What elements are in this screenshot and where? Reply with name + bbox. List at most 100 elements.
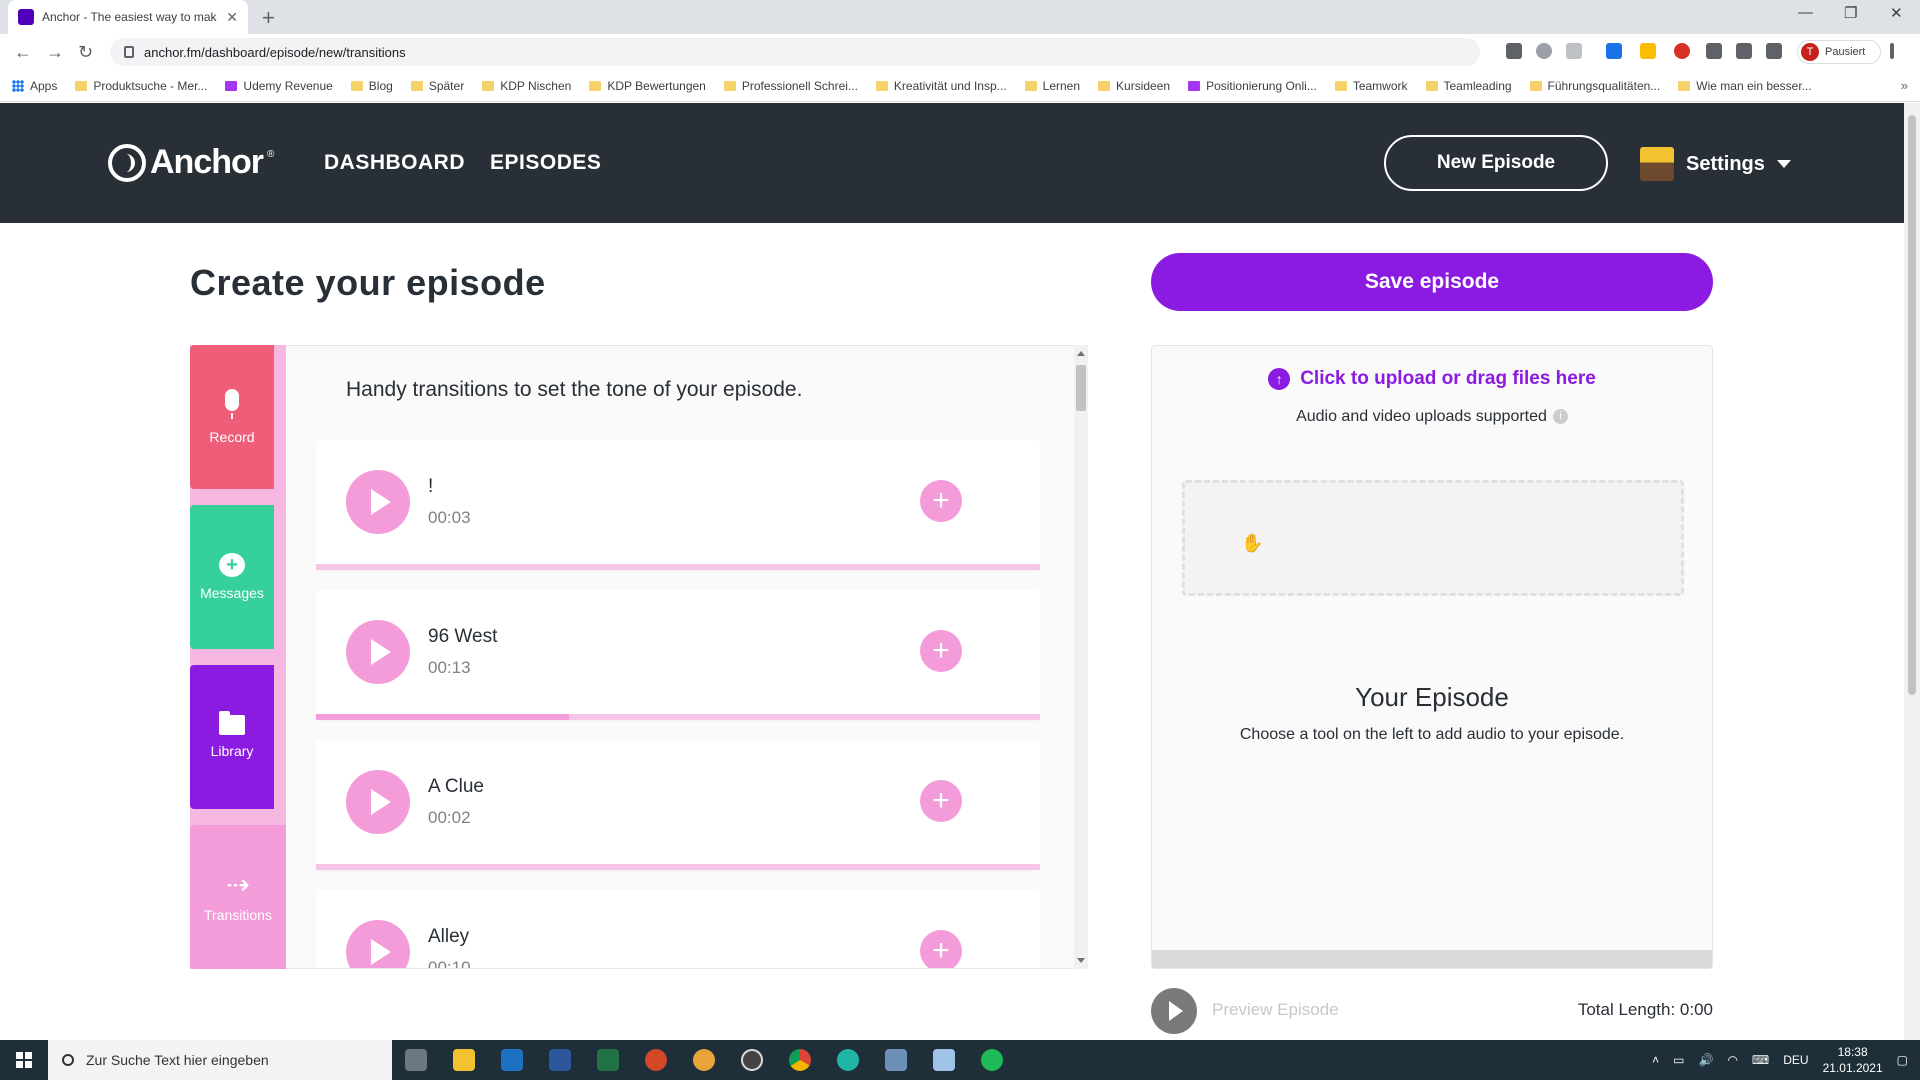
bookmark-item[interactable]: Kreativität und Insp... xyxy=(875,79,1007,93)
tray-chevron-icon[interactable]: ˄ xyxy=(1652,1053,1659,1067)
mail-icon[interactable] xyxy=(488,1040,536,1080)
chrome-icon[interactable] xyxy=(776,1040,824,1080)
bookmark-label: Führungsqualitäten... xyxy=(1547,78,1661,93)
powerpoint-icon[interactable] xyxy=(632,1040,680,1080)
app-window-icon[interactable] xyxy=(872,1040,920,1080)
folder-icon xyxy=(723,80,736,91)
reading-list-icon[interactable] xyxy=(1766,43,1782,59)
add-transition-button[interactable]: + xyxy=(920,480,962,522)
scroll-down-icon[interactable] xyxy=(1077,958,1085,963)
transition-item: A Clue 00:02 + xyxy=(316,740,1040,870)
bookmark-item[interactable]: Später xyxy=(410,79,464,93)
wifi-icon[interactable]: ◠ xyxy=(1727,1053,1737,1067)
new-episode-button[interactable]: New Episode xyxy=(1384,135,1608,191)
transition-progress-bar xyxy=(316,714,1040,720)
back-icon[interactable]: ← xyxy=(14,42,32,63)
bookmark-item[interactable]: Kursideen xyxy=(1098,79,1170,93)
upload-link[interactable]: Click to upload or drag files here xyxy=(1300,368,1596,390)
bookmark-item[interactable]: KDP Nischen xyxy=(482,79,571,93)
bookmark-item[interactable]: Udemy Revenue xyxy=(225,79,333,93)
upload-dropzone[interactable]: ✋ xyxy=(1182,480,1684,596)
tool-record[interactable]: Record xyxy=(190,345,274,489)
bookmark-item[interactable]: Professionell Schrei... xyxy=(723,79,858,93)
scroll-thumb[interactable] xyxy=(1076,365,1086,411)
bookmark-item[interactable]: Positionierung Onli... xyxy=(1188,79,1317,93)
settings-menu[interactable]: Settings xyxy=(1640,147,1791,181)
scroll-up-icon[interactable] xyxy=(1077,351,1085,356)
tool-label: Library xyxy=(210,743,254,759)
volume-icon[interactable]: 🔊 xyxy=(1698,1053,1713,1067)
play-button[interactable] xyxy=(346,620,410,684)
bookmark-item[interactable]: Wie man ein besser... xyxy=(1678,79,1812,93)
taskbar-clock[interactable]: 18:38 21.01.2021 xyxy=(1823,1044,1883,1076)
zoom-icon[interactable] xyxy=(1536,43,1552,59)
forward-icon[interactable]: → xyxy=(46,42,64,63)
star-icon[interactable] xyxy=(1566,43,1582,59)
page-scroll-thumb[interactable] xyxy=(1908,115,1916,695)
taskbar-search[interactable]: Zur Suche Text hier eingeben xyxy=(48,1040,392,1080)
keyboard-icon[interactable]: ⌨ xyxy=(1752,1053,1769,1067)
add-transition-button[interactable]: + xyxy=(920,780,962,822)
extension-badge-icon[interactable] xyxy=(1674,43,1690,59)
info-icon[interactable]: i xyxy=(1552,409,1568,425)
language-indicator[interactable]: DEU xyxy=(1783,1053,1808,1067)
address-bar[interactable]: anchor.fm/dashboard/episode/new/transiti… xyxy=(110,38,1480,66)
bookmark-item[interactable]: Führungsqualitäten... xyxy=(1529,78,1661,93)
user-avatar xyxy=(1640,147,1674,181)
notepad-icon[interactable] xyxy=(920,1040,968,1080)
task-view-icon[interactable] xyxy=(392,1040,440,1080)
bookmark-item[interactable]: Lernen xyxy=(1024,79,1080,93)
reload-icon[interactable]: ↻ xyxy=(78,42,93,63)
nav-dashboard[interactable]: DASHBOARD xyxy=(324,151,465,175)
bookmark-item[interactable]: Teamleading xyxy=(1425,79,1512,93)
upload-link-row[interactable]: ↑ Click to upload or drag files here xyxy=(1152,368,1712,390)
add-transition-button[interactable]: + xyxy=(920,630,962,672)
new-tab-icon[interactable]: + xyxy=(262,5,275,31)
save-episode-button[interactable]: Save episode xyxy=(1151,253,1713,311)
close-window-icon[interactable]: ✕ xyxy=(1890,4,1903,22)
page-scrollbar[interactable] xyxy=(1904,103,1920,1040)
minimize-icon[interactable]: — xyxy=(1798,4,1813,21)
word-icon[interactable] xyxy=(536,1040,584,1080)
bookmark-label: Teamwork xyxy=(1352,78,1408,93)
extension-icon[interactable] xyxy=(1640,43,1656,59)
windows-start-icon[interactable] xyxy=(0,1040,48,1080)
puzzle-icon[interactable] xyxy=(1736,43,1752,59)
extension-iq-icon[interactable] xyxy=(1606,43,1622,59)
browser-tab[interactable]: Anchor - The easiest way to mak ✕ xyxy=(8,0,248,34)
spotify-icon[interactable] xyxy=(968,1040,1016,1080)
tool-messages[interactable]: + Messages xyxy=(190,505,274,649)
add-transition-button[interactable]: + xyxy=(920,930,962,968)
excel-icon[interactable] xyxy=(584,1040,632,1080)
browser-tabstrip: Anchor - The easiest way to mak ✕ + — ❐ … xyxy=(0,0,1920,34)
bookmark-item[interactable]: Blog xyxy=(350,79,393,93)
kebab-menu-icon[interactable] xyxy=(1890,43,1894,59)
notifications-icon[interactable]: ▢ xyxy=(1897,1053,1908,1067)
extension-grid-icon[interactable] xyxy=(1706,43,1722,59)
edge-icon[interactable] xyxy=(824,1040,872,1080)
preview-play-button[interactable] xyxy=(1151,988,1197,1034)
transitions-scrollbar[interactable] xyxy=(1074,345,1088,969)
app-icon[interactable] xyxy=(680,1040,728,1080)
profile-button[interactable]: T Pausiert xyxy=(1797,40,1881,64)
restore-icon[interactable]: ❐ xyxy=(1844,4,1857,22)
play-button[interactable] xyxy=(346,770,410,834)
play-button[interactable] xyxy=(346,470,410,534)
bookmark-item[interactable]: Produktsuche - Mer... xyxy=(75,79,207,93)
anchor-logo[interactable]: Anchor ® xyxy=(108,143,274,182)
bookmark-item[interactable]: Apps xyxy=(12,79,57,93)
bookmarks-overflow-icon[interactable]: » xyxy=(1901,78,1908,93)
transition-name: ! xyxy=(428,476,434,497)
bookmark-item[interactable]: KDP Bewertungen xyxy=(589,79,706,93)
file-explorer-icon[interactable] xyxy=(440,1040,488,1080)
obs-icon[interactable] xyxy=(728,1040,776,1080)
network-icon[interactable]: ▭ xyxy=(1673,1053,1684,1067)
nav-episodes[interactable]: EPISODES xyxy=(490,151,601,175)
bookmark-item[interactable]: Teamwork xyxy=(1334,78,1408,93)
translate-icon[interactable] xyxy=(1506,43,1522,59)
tool-library[interactable]: Library xyxy=(190,665,274,809)
play-button[interactable] xyxy=(346,920,410,968)
close-tab-icon[interactable]: ✕ xyxy=(226,9,238,26)
tool-transitions[interactable]: ⇢ Transitions xyxy=(190,825,286,969)
progress-fill xyxy=(316,714,570,720)
